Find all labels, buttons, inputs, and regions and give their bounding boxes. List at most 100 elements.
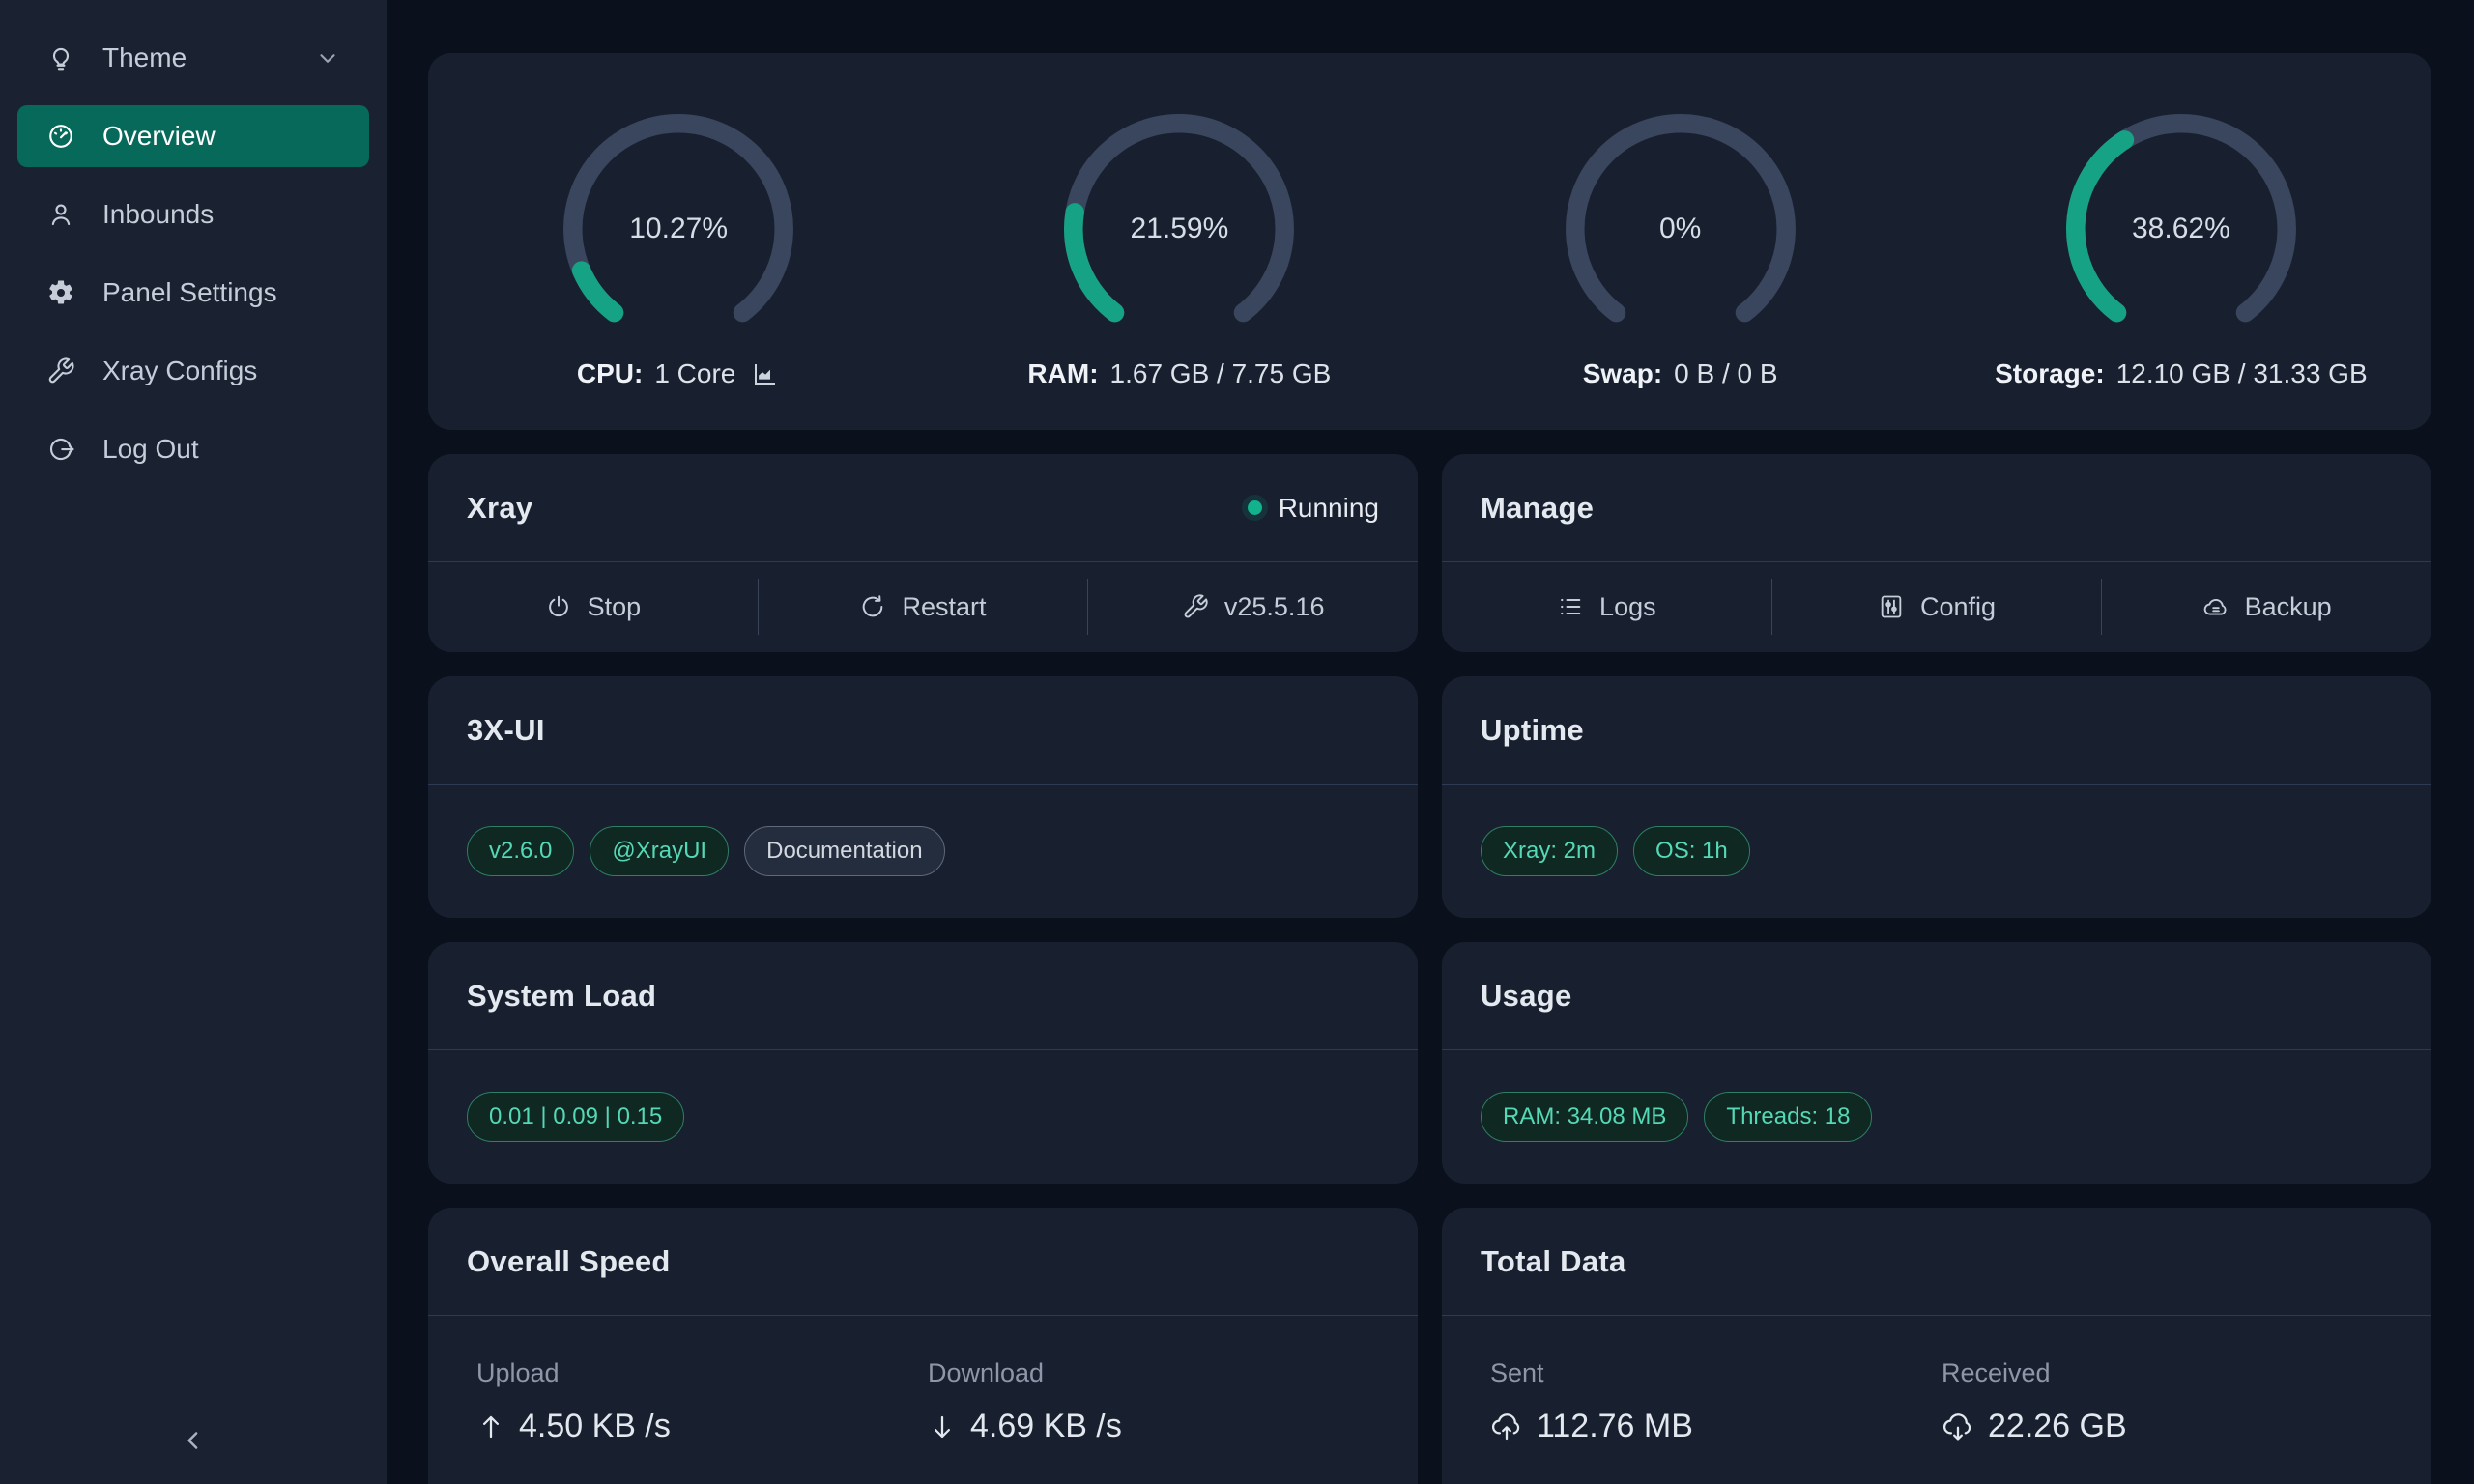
cloud-upload-icon bbox=[1490, 1411, 1523, 1443]
sidebar-item-panel-settings[interactable]: Panel Settings bbox=[17, 262, 369, 324]
list-icon bbox=[1557, 593, 1584, 620]
sidebar-item-label: Panel Settings bbox=[102, 277, 277, 308]
chevron-left-icon bbox=[179, 1426, 208, 1455]
total-data-stats: Sent 112.76 MB Received bbox=[1442, 1316, 2431, 1445]
gear-icon bbox=[46, 278, 75, 307]
upload-value-text: 4.50 KB /s bbox=[519, 1408, 671, 1445]
backup-icon bbox=[2202, 593, 2229, 620]
manage-actions: Logs Config bbox=[1442, 562, 2431, 651]
status-dot-icon bbox=[1248, 500, 1262, 515]
version-tag[interactable]: v2.6.0 bbox=[467, 826, 574, 876]
cpu-gauge-caption: CPU: 1 Core bbox=[577, 358, 781, 389]
storage-gauge-caption: Storage: 12.10 GB / 31.33 GB bbox=[1995, 358, 2368, 389]
usage-tags: RAM: 34.08 MB Threads: 18 bbox=[1442, 1050, 2431, 1183]
swap-gauge-caption-bold: Swap: bbox=[1583, 358, 1662, 389]
gauges-row: 10.27% CPU: 1 Core bbox=[428, 53, 2431, 430]
xray-version-label: v25.5.16 bbox=[1224, 592, 1325, 622]
storage-gauge-caption-rest: 12.10 GB / 31.33 GB bbox=[2116, 358, 2368, 389]
received-value: 22.26 GB bbox=[1942, 1408, 2393, 1445]
backup-button[interactable]: Backup bbox=[2102, 562, 2431, 651]
swap-gauge-caption-rest: 0 B / 0 B bbox=[1674, 358, 1777, 389]
swap-gauge: 0% Swap: 0 B / 0 B bbox=[1430, 94, 1931, 389]
sidebar-item-log-out[interactable]: Log Out bbox=[17, 418, 369, 480]
restart-icon bbox=[859, 593, 886, 620]
total-data-card-title: Total Data bbox=[1481, 1244, 1626, 1279]
sidebar-item-label: Xray Configs bbox=[102, 356, 257, 386]
ram-usage-tag: RAM: 34.08 MB bbox=[1481, 1092, 1688, 1142]
config-button[interactable]: Config bbox=[1772, 562, 2102, 651]
dashboard-icon bbox=[46, 122, 75, 151]
wrench-icon bbox=[46, 357, 75, 385]
overall-speed-card: Overall Speed Upload 4.50 KB /s Download bbox=[428, 1208, 1418, 1484]
storage-gauge-value: 38.62% bbox=[2056, 103, 2307, 355]
uptime-card-title: Uptime bbox=[1481, 713, 1584, 748]
ram-gauge-caption: RAM: 1.67 GB / 7.75 GB bbox=[1027, 358, 1331, 389]
chevron-down-icon bbox=[315, 45, 340, 71]
ram-gauge: 21.59% RAM: 1.67 GB / 7.75 GB bbox=[929, 94, 1429, 389]
received-stat: Received 22.26 GB bbox=[1942, 1358, 2393, 1445]
config-button-label: Config bbox=[1920, 592, 1996, 622]
stop-button[interactable]: Stop bbox=[428, 562, 758, 651]
download-stat: Download 4.69 KB /s bbox=[928, 1358, 1379, 1445]
xray-actions: Stop Restart v25.5.16 bbox=[428, 562, 1418, 651]
upload-stat: Upload 4.50 KB /s bbox=[476, 1358, 928, 1445]
sent-value: 112.76 MB bbox=[1490, 1408, 1942, 1445]
cpu-gauge-caption-bold: CPU: bbox=[577, 358, 643, 389]
sidebar-item-label: Inbounds bbox=[102, 199, 214, 230]
sent-value-text: 112.76 MB bbox=[1537, 1408, 1693, 1445]
system-load-tags: 0.01 | 0.09 | 0.15 bbox=[428, 1050, 1418, 1183]
logout-icon bbox=[46, 435, 75, 464]
cpu-gauge: 10.27% CPU: 1 Core bbox=[428, 94, 929, 389]
received-value-text: 22.26 GB bbox=[1988, 1408, 2127, 1445]
overall-speed-card-title: Overall Speed bbox=[467, 1244, 671, 1279]
sidebar-item-label: Overview bbox=[102, 121, 216, 152]
sidebar-item-label: Log Out bbox=[102, 434, 199, 465]
received-label: Received bbox=[1942, 1358, 2393, 1388]
sidebar-collapse-button[interactable] bbox=[171, 1418, 216, 1463]
uptime-card: Uptime Xray: 2m OS: 1h bbox=[1442, 676, 2431, 918]
cpu-gauge-caption-rest: 1 Core bbox=[654, 358, 735, 389]
restart-button[interactable]: Restart bbox=[759, 562, 1088, 651]
sidebar: Theme Overview Inbounds Panel Settings bbox=[0, 0, 387, 1484]
restart-button-label: Restart bbox=[902, 592, 986, 622]
total-data-card: Total Data Sent 112.76 MB Received bbox=[1442, 1208, 2431, 1484]
power-icon bbox=[545, 593, 572, 620]
speed-stats: Upload 4.50 KB /s Download 4.69 KB /s bbox=[428, 1316, 1418, 1445]
area-chart-icon bbox=[751, 359, 780, 388]
uptime-tags: Xray: 2m OS: 1h bbox=[1442, 785, 2431, 917]
documentation-tag[interactable]: Documentation bbox=[744, 826, 944, 876]
backup-button-label: Backup bbox=[2245, 592, 2332, 622]
sent-label: Sent bbox=[1490, 1358, 1942, 1388]
xui-card: 3X-UI v2.6.0 @XrayUI Documentation bbox=[428, 676, 1418, 918]
xray-status-label: Running bbox=[1279, 493, 1379, 524]
ram-gauge-caption-bold: RAM: bbox=[1027, 358, 1098, 389]
ram-gauge-caption-rest: 1.67 GB / 7.75 GB bbox=[1110, 358, 1332, 389]
ram-gauge-value: 21.59% bbox=[1053, 103, 1305, 355]
download-value-text: 4.69 KB /s bbox=[970, 1408, 1122, 1445]
sidebar-item-inbounds[interactable]: Inbounds bbox=[17, 184, 369, 245]
xrayui-tag[interactable]: @XrayUI bbox=[590, 826, 729, 876]
swap-gauge-value: 0% bbox=[1555, 103, 1806, 355]
xui-tags: v2.6.0 @XrayUI Documentation bbox=[428, 785, 1418, 917]
download-value: 4.69 KB /s bbox=[928, 1408, 1379, 1445]
upload-label: Upload bbox=[476, 1358, 928, 1388]
sent-stat: Sent 112.76 MB bbox=[1490, 1358, 1942, 1445]
load-average-tag: 0.01 | 0.09 | 0.15 bbox=[467, 1092, 684, 1142]
storage-gauge-caption-bold: Storage: bbox=[1995, 358, 2105, 389]
sidebar-item-xray-configs[interactable]: Xray Configs bbox=[17, 340, 369, 402]
sidebar-item-overview[interactable]: Overview bbox=[17, 105, 369, 167]
manage-card-title: Manage bbox=[1481, 491, 1594, 526]
logs-button[interactable]: Logs bbox=[1442, 562, 1771, 651]
arrow-up-icon bbox=[476, 1413, 505, 1441]
sidebar-item-theme[interactable]: Theme bbox=[17, 27, 369, 89]
system-load-card: System Load 0.01 | 0.09 | 0.15 bbox=[428, 942, 1418, 1184]
cpu-chart-button[interactable] bbox=[751, 359, 780, 388]
swap-gauge-caption: Swap: 0 B / 0 B bbox=[1583, 358, 1778, 389]
manage-card: Manage Logs bbox=[1442, 454, 2431, 652]
usage-card: Usage RAM: 34.08 MB Threads: 18 bbox=[1442, 942, 2431, 1184]
xui-card-title: 3X-UI bbox=[467, 713, 545, 748]
stop-button-label: Stop bbox=[588, 592, 642, 622]
config-icon bbox=[1878, 593, 1905, 620]
xray-version-button[interactable]: v25.5.16 bbox=[1088, 562, 1418, 651]
wrench-icon bbox=[1182, 593, 1209, 620]
